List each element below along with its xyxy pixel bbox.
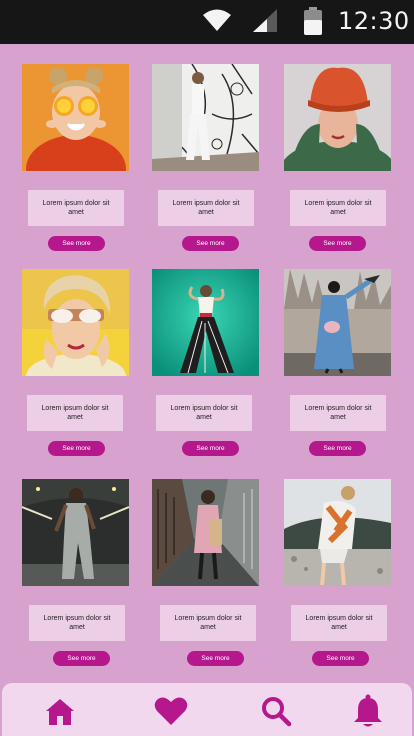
see-more-button[interactable]: See more <box>187 651 244 666</box>
card-caption: Lorem ipsum dolor sit amet <box>28 190 124 226</box>
see-more-button[interactable]: See more <box>48 236 105 251</box>
gallery-card: Lorem ipsum dolor sit amet See more <box>22 479 130 677</box>
gallery-card: Lorem ipsum dolor sit amet See more <box>284 479 392 677</box>
bottom-navigation <box>2 683 412 736</box>
gallery-photo[interactable] <box>22 269 129 376</box>
gallery-grid: Lorem ipsum dolor sit amet See more Lore… <box>0 44 414 684</box>
search-icon <box>262 697 292 727</box>
gallery-card: Lorem ipsum dolor sit amet See more <box>152 269 260 467</box>
gallery-card: Lorem ipsum dolor sit amet See more <box>284 269 392 467</box>
status-bar: 12:30 <box>0 0 414 44</box>
gallery-photo[interactable] <box>284 64 391 171</box>
gallery-photo[interactable] <box>22 479 129 586</box>
gallery-photo[interactable] <box>22 64 129 171</box>
see-more-button[interactable]: See more <box>53 651 110 666</box>
battery-icon <box>304 7 322 35</box>
see-more-button[interactable]: See more <box>309 441 366 456</box>
card-caption: Lorem ipsum dolor sit amet <box>27 395 123 431</box>
gallery-photo[interactable] <box>152 479 259 586</box>
gallery-card: Lorem ipsum dolor sit amet See more <box>152 479 260 677</box>
bell-icon <box>354 694 382 727</box>
gallery-card: Lorem ipsum dolor sit amet See more <box>22 269 130 467</box>
card-caption: Lorem ipsum dolor sit amet <box>290 190 386 226</box>
gallery-card: Lorem ipsum dolor sit amet See more <box>152 64 260 262</box>
see-more-button[interactable]: See more <box>309 236 366 251</box>
card-caption: Lorem ipsum dolor sit amet <box>160 605 256 641</box>
card-caption: Lorem ipsum dolor sit amet <box>290 395 386 431</box>
card-caption: Lorem ipsum dolor sit amet <box>29 605 125 641</box>
nav-notifications[interactable] <box>350 693 386 729</box>
wifi-icon <box>203 9 231 31</box>
see-more-button[interactable]: See more <box>312 651 369 666</box>
see-more-button[interactable]: See more <box>182 441 239 456</box>
card-caption: Lorem ipsum dolor sit amet <box>291 605 387 641</box>
status-time: 12:30 <box>338 7 410 35</box>
card-caption: Lorem ipsum dolor sit amet <box>156 395 252 431</box>
see-more-button[interactable]: See more <box>48 441 105 456</box>
gallery-photo[interactable] <box>152 269 259 376</box>
heart-icon <box>154 697 188 725</box>
nav-home[interactable] <box>42 693 78 729</box>
cellular-signal-icon <box>253 9 277 32</box>
home-icon <box>46 699 74 725</box>
nav-search[interactable] <box>258 693 294 729</box>
nav-favorites[interactable] <box>153 693 189 729</box>
gallery-photo[interactable] <box>152 64 259 171</box>
card-caption: Lorem ipsum dolor sit amet <box>158 190 254 226</box>
gallery-photo[interactable] <box>284 269 391 376</box>
gallery-card: Lorem ipsum dolor sit amet See more <box>22 64 130 262</box>
see-more-button[interactable]: See more <box>182 236 239 251</box>
gallery-photo[interactable] <box>284 479 391 586</box>
gallery-card: Lorem ipsum dolor sit amet See more <box>284 64 392 262</box>
